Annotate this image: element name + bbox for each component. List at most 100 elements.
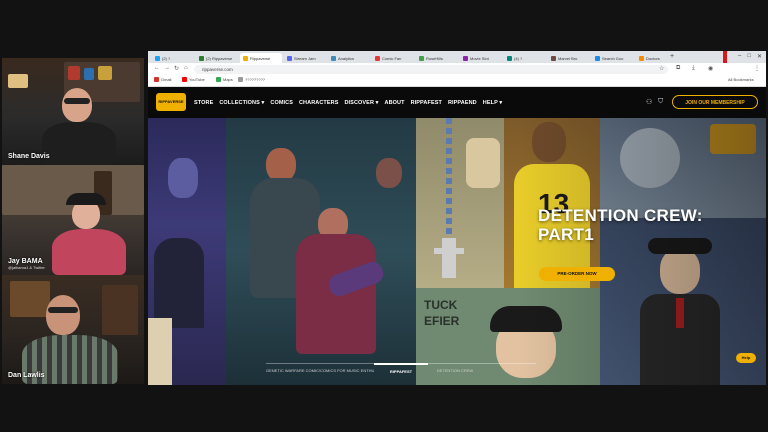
site-logo[interactable]: RIPPAVERSE: [156, 93, 186, 111]
browser-tab[interactable]: Comic Fan: [372, 53, 414, 63]
nav-item[interactable]: STORE: [194, 100, 213, 106]
slider-tab[interactable]: COMICS FOR MUSIC ENTHUSIASTS: [320, 363, 374, 374]
person-head: [46, 295, 80, 335]
browser-tab[interactable]: Movie Slot: [460, 53, 502, 63]
back-icon[interactable]: ←: [154, 65, 160, 71]
hero-overlay: [148, 118, 766, 385]
browser-window: (2) ? (2) Rippaverse Rippaverse Stream Jam A…: [148, 51, 766, 385]
tab-favicon-icon: [507, 55, 512, 61]
browser-tab[interactable]: Rippaverse: [240, 53, 282, 63]
browser-tab[interactable]: Stream Jam: [284, 53, 326, 63]
tab-label: Marvel Bro: [558, 55, 578, 61]
browser-tab[interactable]: RoseHills: [416, 53, 458, 63]
tab-favicon-icon: [595, 55, 600, 61]
glasses: [64, 98, 90, 104]
tab-favicon-icon: [639, 55, 644, 61]
close-window-button[interactable]: ✕: [757, 53, 762, 60]
tab-favicon-icon: [375, 55, 380, 61]
maximize-button[interactable]: □: [747, 53, 751, 60]
nav-item[interactable]: HELP ▾: [483, 100, 502, 106]
bookmark-favicon-icon: [216, 77, 221, 82]
nav-item[interactable]: COLLECTIONS ▾: [219, 100, 264, 106]
slider-tab[interactable]: GENETIC WARFARE COMICS: [266, 363, 320, 374]
browser-tab[interactable]: Search Goo: [592, 53, 634, 63]
participant-name: Shane Davis: [8, 153, 50, 160]
webcam-tile-3: Dan Lawlis: [2, 275, 144, 384]
bookmark-item[interactable]: Gmail: [154, 77, 171, 82]
forward-icon[interactable]: →: [164, 65, 170, 71]
url-field[interactable]: rippaverse.com: [194, 65, 668, 74]
bookmark-star-icon[interactable]: ☆: [659, 65, 664, 72]
join-membership-button[interactable]: JOIN OUR MEMBERSHIP: [672, 95, 758, 109]
account-icon[interactable]: ⚇: [646, 98, 652, 106]
tab-favicon-icon: [419, 55, 424, 61]
all-bookmarks-link[interactable]: All Bookmarks: [728, 77, 754, 82]
bookmark-label: Maps: [223, 77, 233, 82]
address-bar: ← → ↻ ⌂ rippaverse.com ☆ ⧉ ⤓ ◉ ⋮: [148, 63, 766, 77]
background-cabinet: [10, 281, 50, 317]
help-button[interactable]: Help: [736, 353, 756, 363]
tab-label: Search Goo: [602, 55, 624, 61]
pre-order-button[interactable]: PRE-ORDER NOW: [539, 267, 615, 281]
shelf-item: [84, 68, 94, 80]
bookmark-favicon-icon: [182, 77, 187, 82]
minimize-button[interactable]: –: [738, 53, 741, 60]
bookmark-item[interactable]: Maps: [216, 77, 233, 82]
tab-label: Movie Slot: [470, 55, 489, 61]
slider-tab[interactable]: SITE: [482, 363, 536, 374]
nav-item[interactable]: COMICS: [270, 100, 293, 106]
browser-tab[interactable]: (2) ?: [152, 53, 194, 63]
shelf-item: [98, 66, 112, 80]
tab-label: (4) ?: [514, 55, 523, 61]
bookmarks-bar: Gmail YouTube Maps????????? All Bookmarks: [148, 76, 766, 87]
nav-item[interactable]: RIPPAFEST: [411, 100, 442, 106]
bookmark-item[interactable]: ?????????: [238, 77, 265, 82]
browser-tab[interactable]: Marvel Bro: [548, 53, 590, 63]
nav-item[interactable]: RIPPAEND: [448, 100, 477, 106]
slider-tab[interactable]: RIPPAFEST: [374, 363, 428, 374]
tab-favicon-icon: [287, 55, 292, 61]
browser-tab[interactable]: (2) Rippaverse: [196, 53, 238, 63]
tab-label: RoseHills: [426, 55, 443, 61]
reload-icon[interactable]: ↻: [174, 65, 179, 72]
glasses: [48, 307, 78, 313]
nav-item[interactable]: DISCOVER ▾: [344, 100, 378, 106]
download-icon[interactable]: ⤓: [692, 65, 695, 72]
cart-icon[interactable]: ⛉: [658, 98, 663, 106]
slider-tab[interactable]: DETENTION CREW: [428, 363, 482, 374]
home-icon[interactable]: ⌂: [184, 65, 188, 71]
participant-name: Jay BAMA: [8, 258, 43, 265]
tab-label: Doctors: [646, 55, 660, 61]
browser-tab[interactable]: Analytics: [328, 53, 370, 63]
new-tab-button[interactable]: +: [670, 53, 674, 60]
webcam-column: Shane Davis Jay BAMA @jaibama1 & Twitter…: [2, 58, 144, 384]
tab-favicon-icon: [551, 55, 556, 61]
tab-label: Rippaverse: [250, 55, 271, 61]
person-head: [62, 88, 92, 122]
tab-label: Stream Jam: [294, 55, 316, 61]
participant-handle: @jaibama1 & Twitter: [8, 265, 45, 270]
bookmark-label: Gmail: [161, 77, 172, 82]
site-nav: STORE COLLECTIONS ▾ COMICS CHARACTERS DISCOV…: [194, 100, 502, 106]
browser-tab[interactable]: (4) ?: [504, 53, 546, 63]
bookmark-item[interactable]: YouTube: [182, 77, 205, 82]
tab-favicon-icon: [243, 55, 248, 61]
person-body: [52, 229, 126, 275]
nav-item[interactable]: ABOUT: [385, 100, 405, 106]
profile-icon[interactable]: ◉: [708, 65, 713, 72]
tab-favicon-icon: [155, 55, 160, 61]
headphones: [66, 193, 106, 205]
hero-title-line-1: DETENTION CREW:: [538, 206, 703, 225]
site-header: RIPPAVERSE STORE COLLECTIONS ▾ COMICS CHARA…: [148, 87, 766, 118]
person-body: [42, 122, 116, 165]
tab-favicon-icon: [199, 55, 204, 61]
nav-item[interactable]: CHARACTERS: [299, 100, 339, 106]
tab-label: Analytics: [338, 55, 355, 61]
extensions-icon[interactable]: ⧉: [676, 65, 680, 72]
webcam-tile-1: Shane Davis: [2, 58, 144, 165]
background-frame: [102, 285, 138, 335]
menu-kebab-icon[interactable]: ⋮: [754, 65, 760, 72]
tab-label: (2) ?: [162, 55, 171, 61]
bookmark-label: YouTube: [189, 77, 205, 82]
tab-label: Comic Fan: [382, 55, 402, 61]
